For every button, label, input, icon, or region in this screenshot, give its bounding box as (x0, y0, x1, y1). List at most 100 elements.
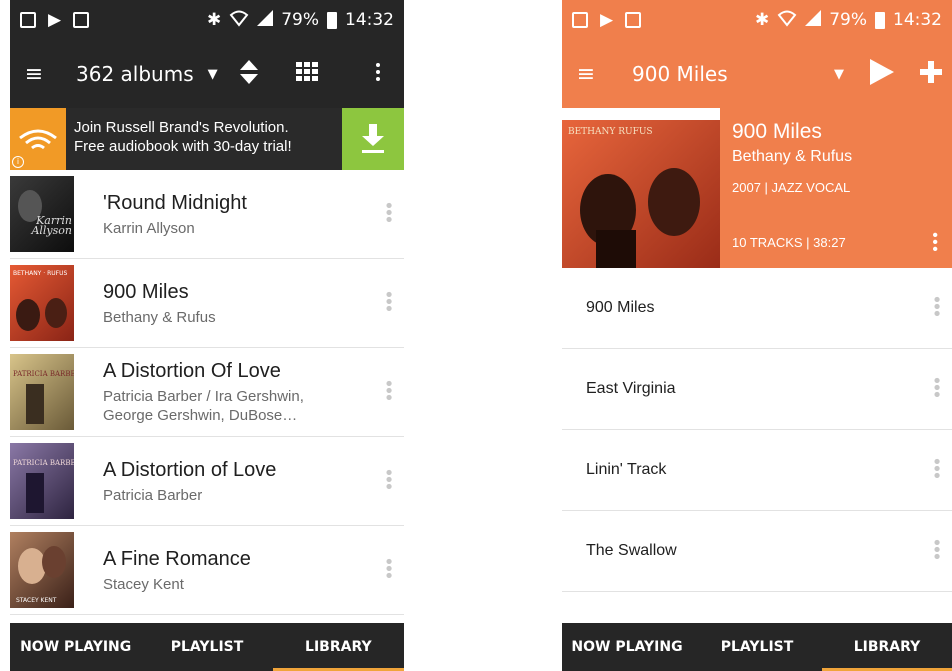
album-info: A Distortion Of Love Patricia Barber / I… (103, 359, 374, 425)
clock: 14:32 (893, 10, 942, 30)
battery-icon (875, 11, 885, 29)
menu-icon[interactable]: ≡ (562, 62, 610, 87)
overflow-menu-icon[interactable]: • • • (374, 286, 404, 318)
track-row[interactable]: The Swallow • • • (562, 511, 952, 592)
grid-view-icon[interactable] (295, 62, 318, 86)
status-bar: ▶ ✱ 79% 14:32 (562, 0, 952, 40)
bluetooth-icon: ✱ (754, 9, 770, 30)
overflow-menu-icon[interactable]: • • • (374, 197, 404, 229)
overflow-menu-icon[interactable] (376, 63, 380, 85)
album-art: Karrin Allyson (10, 176, 74, 252)
album-row[interactable]: Karrin Allyson 'Round Midnight Karrin All… (10, 170, 404, 259)
album-detail-screen: ▶ ✱ 79% 14:32 ≡ 900 Miles ▼ BETHANY RUFU… (562, 0, 952, 671)
overflow-menu-icon[interactable]: • • • (374, 553, 404, 585)
album-header: BETHANY RUFUS 900 Miles Bethany & Rufus … (562, 108, 952, 268)
battery-text: 79% (829, 10, 867, 30)
track-list: 900 Miles • • • East Virginia • • • Linin' T… (562, 268, 952, 592)
play-store-icon: ▶ (48, 9, 62, 30)
clock: 14:32 (345, 10, 394, 30)
track-title: The Swallow (586, 542, 677, 559)
overflow-menu-icon[interactable]: • • • (922, 534, 952, 566)
gallery-icon (20, 12, 36, 28)
bottom-nav: NOW PLAYING PLAYLIST LIBRARY (562, 623, 952, 671)
svg-text:STACEY KENT: STACEY KENT (16, 597, 57, 604)
tab-library[interactable]: LIBRARY (822, 623, 952, 671)
gallery-icon (572, 12, 588, 28)
add-icon[interactable] (920, 61, 942, 87)
sort-icon[interactable] (239, 60, 258, 88)
album-row[interactable]: BETHANY · RUFUS 900 Miles Bethany & Rufu… (10, 259, 404, 348)
library-toolbar: ≡ 362 albums ▼ (10, 40, 404, 108)
album-title: 900 Miles (103, 280, 189, 303)
album-artist-line-2: George Gershwin, DuBose… (103, 407, 298, 424)
overflow-menu-icon[interactable]: • • • (374, 375, 404, 407)
album-art: PATRICIA BARBER (10, 354, 74, 430)
album-toolbar: ≡ 900 Miles ▼ (562, 40, 952, 108)
svg-text:Allyson: Allyson (30, 224, 72, 237)
track-row[interactable]: East Virginia • • • (562, 349, 952, 430)
album-count-title: 362 albums (76, 62, 194, 86)
album-row[interactable]: PATRICIA BARBER A Distortion Of Love Pat… (10, 348, 404, 437)
ad-text: Join Russell Brand's Revolution. Free au… (66, 108, 342, 170)
download-icon[interactable] (342, 108, 404, 170)
album-title: A Distortion Of Love (103, 360, 281, 382)
overflow-menu-icon[interactable]: • • • (922, 291, 952, 323)
svg-text:BETHANY · RUFUS: BETHANY · RUFUS (13, 270, 67, 277)
album-title: A Fine Romance (103, 547, 251, 570)
ad-line-1: Join Russell Brand's Revolution. (74, 119, 289, 136)
overflow-menu-icon[interactable]: • • • (922, 453, 952, 485)
status-bar: ▶ ✱ 79% 14:32 (10, 0, 404, 40)
ad-info-icon[interactable]: i (12, 156, 24, 168)
wifi-icon (777, 9, 797, 31)
track-title: 900 Miles (586, 299, 655, 316)
album-info: A Fine Romance Stacey Kent (103, 547, 374, 594)
album-artist: Bethany & Rufus (732, 148, 853, 165)
bottom-nav: NOW PLAYING PLAYLIST LIBRARY (10, 623, 404, 671)
album-art: BETHANY · RUFUS (10, 265, 74, 341)
audible-icon: i (10, 108, 66, 170)
album-art-caption: BETHANY RUFUS (568, 127, 653, 137)
album-artist: Stacey Kent (103, 575, 184, 593)
album-art: PATRICIA BARBER (10, 443, 74, 519)
album-artist: Patricia Barber (103, 486, 203, 504)
wifi-icon (229, 9, 249, 31)
battery-icon (327, 11, 337, 29)
overflow-menu-icon[interactable]: • • • (922, 372, 952, 404)
track-row[interactable]: Linin' Track • • • (562, 430, 952, 511)
signal-icon (805, 10, 822, 30)
tab-playlist[interactable]: PLAYLIST (141, 623, 272, 671)
tab-library[interactable]: LIBRARY (272, 623, 404, 671)
overflow-menu-icon[interactable]: • • • (932, 228, 938, 258)
track-row[interactable]: 900 Miles • • • (562, 268, 952, 349)
album-track-summary: 10 TRACKS | 38:27 (732, 235, 846, 250)
menu-icon[interactable]: ≡ (10, 62, 58, 87)
play-icon[interactable] (870, 59, 894, 89)
tab-playlist[interactable]: PLAYLIST (692, 623, 822, 671)
album-row[interactable]: PATRICIA BARBER A Distortion of Love Pat… (10, 437, 404, 526)
ad-banner[interactable]: i Join Russell Brand's Revolution. Free … (10, 108, 404, 170)
track-title: Linin' Track (586, 461, 667, 478)
chevron-down-icon[interactable]: ▼ (834, 67, 844, 82)
album-row[interactable]: STACEY KENT A Fine Romance Stacey Kent •… (10, 526, 404, 615)
album-count-dropdown[interactable]: 362 albums ▼ (76, 62, 218, 86)
tab-now-playing[interactable]: NOW PLAYING (10, 623, 141, 671)
album-artist-line-1: Patricia Barber / Ira Gershwin, (103, 388, 304, 405)
album-info: A Distortion of Love Patricia Barber (103, 458, 374, 505)
play-store-icon: ▶ (600, 9, 614, 30)
album-art: STACEY KENT (10, 532, 74, 608)
bluetooth-icon: ✱ (206, 9, 222, 30)
tab-now-playing[interactable]: NOW PLAYING (562, 623, 692, 671)
album-artist: Patricia Barber / Ira Gershwin, George G… (103, 387, 374, 425)
signal-icon (257, 10, 274, 30)
album-list: Karrin Allyson 'Round Midnight Karrin All… (10, 170, 404, 615)
album-art: BETHANY RUFUS (562, 120, 720, 268)
album-header-panel: 900 Miles Bethany & Rufus 2007 | JAZZ VO… (720, 108, 952, 268)
overflow-menu-icon[interactable]: • • • (374, 464, 404, 496)
battery-text: 79% (281, 10, 319, 30)
album-toolbar-title: 900 Miles (632, 62, 728, 86)
mail-icon (625, 12, 642, 28)
ad-line-2: Free audiobook with 30-day trial! (74, 138, 292, 155)
svg-text:PATRICIA BARBER: PATRICIA BARBER (13, 370, 74, 378)
track-title: East Virginia (586, 380, 676, 397)
album-artist: Bethany & Rufus (103, 308, 216, 326)
